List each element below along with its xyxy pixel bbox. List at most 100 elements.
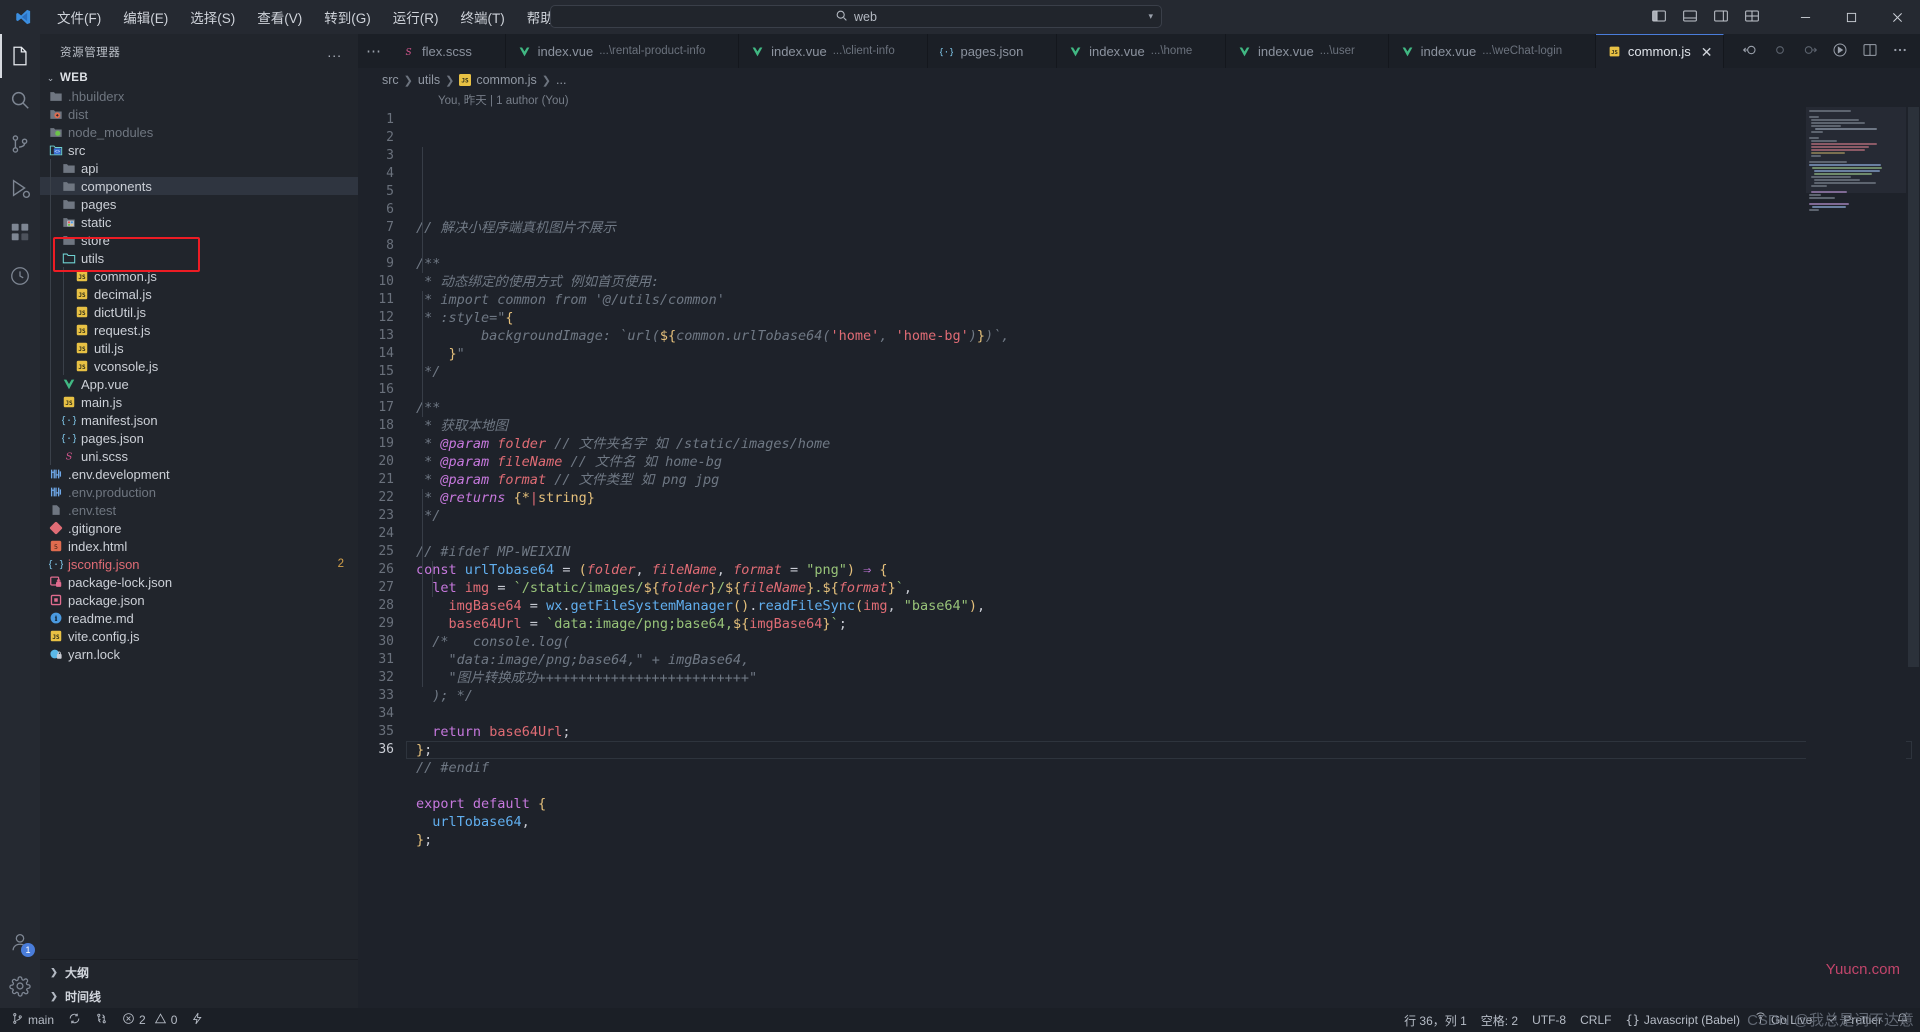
breadcrumb[interactable]: src ❯ utils ❯ JS common.js ❯ ... (358, 68, 1920, 92)
code-line[interactable]: */ (406, 507, 1920, 525)
tree-file-row[interactable]: JSrequest.js (40, 321, 358, 339)
code-editor[interactable]: 1234567891011121314151617181920212223242… (358, 107, 1920, 1008)
sidebar-item-source-control[interactable] (0, 122, 40, 166)
editor-scrollbar[interactable] (1906, 107, 1920, 1008)
tree-folder-row[interactable]: pages (40, 195, 358, 213)
toggle-panel-icon[interactable] (1682, 8, 1698, 27)
toggle-secondary-sidebar-icon[interactable] (1713, 8, 1729, 27)
close-icon[interactable]: ✕ (1572, 44, 1584, 58)
tree-file-row[interactable]: JSdictUtil.js (40, 303, 358, 321)
sidebar-item-search[interactable] (0, 78, 40, 122)
sidebar-item-run-debug[interactable] (0, 166, 40, 210)
close-icon[interactable]: ✕ (715, 44, 727, 58)
tree-folder-row[interactable]: dist (40, 105, 358, 123)
tree-file-row[interactable]: JSvconsole.js (40, 357, 358, 375)
close-icon[interactable]: ✕ (1701, 45, 1713, 59)
tree-file-row[interactable]: JSutil.js (40, 339, 358, 357)
code-line[interactable]: let img = `/static/images/${folder}/${fi… (406, 579, 1920, 597)
breadcrumb-file[interactable]: common.js (476, 73, 536, 87)
scrollbar-thumb[interactable] (1908, 107, 1919, 667)
editor-tab-index-vue[interactable]: index.vue...\client-info✕ (739, 34, 928, 68)
tabs-overflow-icon[interactable]: ⋯ (358, 34, 390, 68)
tree-file-row[interactable]: .env.development (40, 465, 358, 483)
code-line[interactable]: * import common from '@/utils/common' (406, 291, 1920, 309)
close-icon[interactable]: ✕ (1033, 44, 1045, 58)
code-line[interactable]: }; (406, 741, 1920, 759)
chevron-down-icon[interactable]: ▾ (1148, 11, 1153, 22)
code-line[interactable]: * @param folder // 文件夹名字 如 /static/image… (406, 435, 1920, 453)
tree-file-row[interactable]: {·}jsconfig.json2 (40, 555, 358, 573)
tree-folder-row[interactable]: node_modules (40, 123, 358, 141)
timeline-section[interactable]: ❯ 时间线 (40, 984, 358, 1008)
code-line[interactable]: base64Url = `data:image/png;base64,${img… (406, 615, 1920, 633)
editor-tabs[interactable]: Sflex.scss✕index.vue...\rental-product-i… (390, 34, 1730, 68)
code-line[interactable] (406, 237, 1920, 255)
code-line[interactable]: backgroundImage: `url(${common.urlTobase… (406, 327, 1920, 345)
accounts-button[interactable]: 1 (0, 920, 40, 964)
code-line[interactable]: * 动态绑定的使用方式 例如首页使用: (406, 273, 1920, 291)
tree-file-row[interactable]: {·}manifest.json (40, 411, 358, 429)
sidebar-item-extensions[interactable] (0, 210, 40, 254)
tree-file-row[interactable]: .gitignore (40, 519, 358, 537)
code-line[interactable] (406, 849, 1920, 867)
tree-folder-row[interactable]: static (40, 213, 358, 231)
status-encoding[interactable]: UTF-8 (1525, 1008, 1573, 1032)
status-cursor-position[interactable]: 行 36，列 1 (1397, 1008, 1474, 1032)
tree-file-row[interactable]: .env.production (40, 483, 358, 501)
debug-start-icon[interactable] (1742, 42, 1758, 61)
editor-tab-flex-scss[interactable]: Sflex.scss✕ (390, 34, 506, 68)
menu-file[interactable]: 文件(F) (46, 0, 112, 34)
more-actions-icon[interactable] (1892, 42, 1908, 61)
tree-folder-row[interactable]: utils (40, 249, 358, 267)
editor-tab-index-vue[interactable]: index.vue...\home✕ (1057, 34, 1226, 68)
debug-step-over-icon[interactable] (1772, 42, 1788, 61)
code-line[interactable]: imgBase64 = wx.getFileSystemManager().re… (406, 597, 1920, 615)
tree-folder-row[interactable]: store (40, 231, 358, 249)
editor-tab-common-js[interactable]: JScommon.js✕ (1596, 34, 1725, 68)
breadcrumb-symbol[interactable]: ... (556, 73, 566, 87)
command-center-search[interactable]: web ▾ (550, 5, 1162, 28)
status-sync[interactable] (61, 1008, 88, 1032)
menu-view[interactable]: 查看(V) (246, 0, 313, 34)
menu-bar[interactable]: 文件(F) 编辑(E) 选择(S) 查看(V) 转到(G) 运行(R) 终端(T… (46, 0, 584, 34)
code-line[interactable]: // #ifdef MP-WEIXIN (406, 543, 1920, 561)
sidebar-item-testing[interactable] (0, 254, 40, 298)
code-line[interactable]: "图片转换成功++++++++++++++++++++++++++" (406, 669, 1920, 687)
menu-edit[interactable]: 编辑(E) (112, 0, 179, 34)
debug-run-icon[interactable] (1832, 42, 1848, 61)
code-line[interactable] (406, 525, 1920, 543)
code-line[interactable]: // #endif (406, 759, 1920, 777)
file-tree[interactable]: ⌄WEB.hbuilderxdistnode_modules<>srcapico… (40, 69, 358, 959)
editor-tab-index-vue[interactable]: index.vue...\weChat-login✕ (1389, 34, 1596, 68)
code-line[interactable]: // 解决小程序端真机图片不展示 (406, 219, 1920, 237)
outline-section[interactable]: ❯ 大纲 (40, 960, 358, 984)
code-line[interactable]: * @returns {*|string} (406, 489, 1920, 507)
split-editor-icon[interactable] (1862, 42, 1878, 61)
code-line[interactable]: const urlTobase64 = (folder, fileName, f… (406, 561, 1920, 579)
code-line[interactable] (406, 381, 1920, 399)
sidebar-item-explorer[interactable] (0, 34, 40, 78)
menu-run[interactable]: 运行(R) (382, 0, 450, 34)
close-icon[interactable]: ✕ (905, 44, 917, 58)
editor-tab-index-vue[interactable]: index.vue...\user✕ (1226, 34, 1389, 68)
tree-file-row[interactable]: .env.test (40, 501, 358, 519)
tree-folder-row[interactable]: .hbuilderx (40, 87, 358, 105)
tree-file-row[interactable]: yarn.lock (40, 645, 358, 663)
breadcrumb-utils[interactable]: utils (418, 73, 440, 87)
tree-file-row[interactable]: JSvite.config.js (40, 627, 358, 645)
status-problems[interactable]: 2 0 (115, 1008, 184, 1032)
code-line[interactable]: ); */ (406, 687, 1920, 705)
tree-file-row[interactable]: package.json (40, 591, 358, 609)
code-line[interactable]: urlTobase64, (406, 813, 1920, 831)
tree-root-folder[interactable]: ⌄WEB (40, 69, 358, 87)
code-line[interactable]: return base64Url; (406, 723, 1920, 741)
tree-file-row[interactable]: App.vue (40, 375, 358, 393)
code-line[interactable]: }" (406, 345, 1920, 363)
code-line[interactable] (406, 777, 1920, 795)
status-git-compare[interactable] (88, 1008, 115, 1032)
tree-folder-row[interactable]: api (40, 159, 358, 177)
manage-settings-button[interactable] (0, 964, 40, 1008)
code-line[interactable]: "data:image/png;base64," + imgBase64, (406, 651, 1920, 669)
code-line[interactable] (406, 705, 1920, 723)
tree-file-row[interactable]: 5index.html (40, 537, 358, 555)
